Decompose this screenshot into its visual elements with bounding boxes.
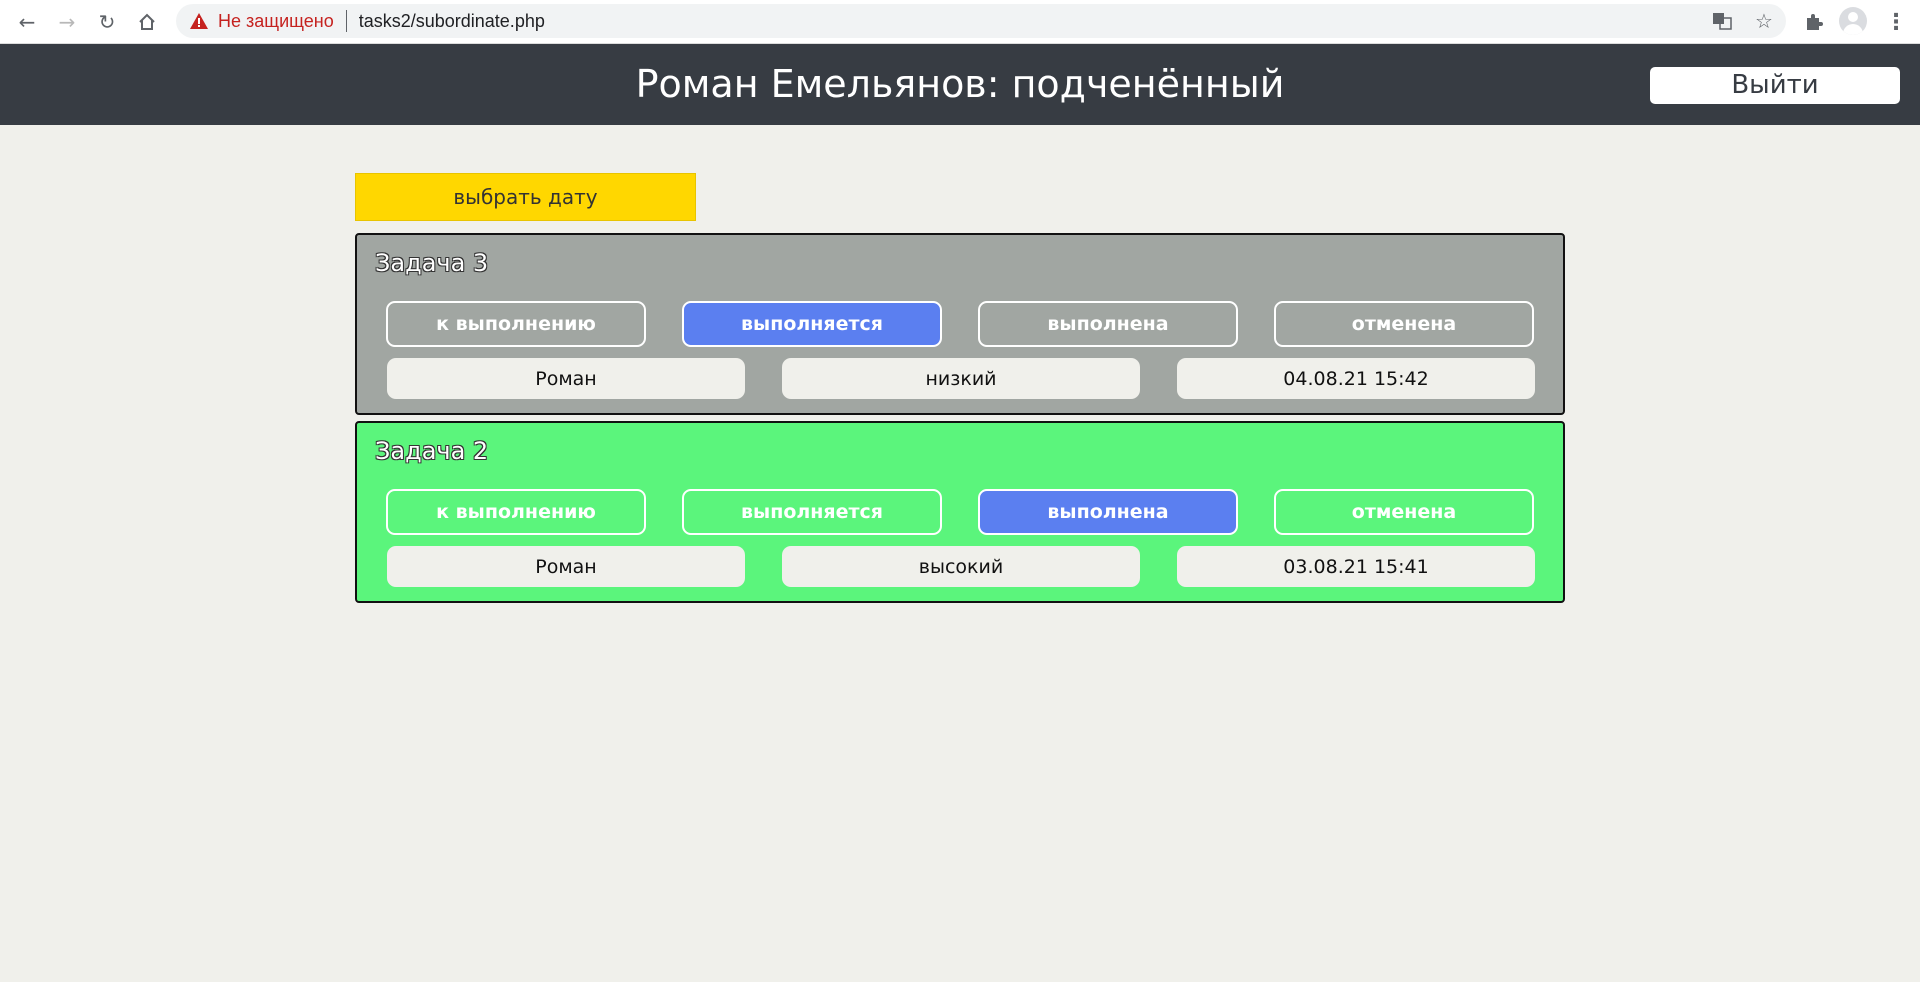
status-in-progress-button[interactable]: выполняется — [682, 489, 942, 535]
insecure-label[interactable]: Не защищено — [218, 11, 334, 32]
translate-icon[interactable] — [1712, 11, 1732, 31]
select-date-button[interactable]: выбрать дату — [355, 173, 696, 221]
url-text[interactable]: tasks2/subordinate.php — [359, 11, 545, 32]
bookmark-star-icon[interactable]: ☆ — [1754, 9, 1774, 33]
datetime-pill: 03.08.21 15:41 — [1177, 546, 1535, 587]
menu-dots-icon[interactable]: ⋮ — [1885, 8, 1907, 36]
app-header: Роман Емельянов: подченённый Выйти — [0, 44, 1920, 125]
assignee-pill: Роман — [387, 546, 745, 587]
task-title: Задача 2 — [375, 437, 489, 465]
reload-icon[interactable]: ↻ — [87, 2, 127, 42]
priority-pill: высокий — [782, 546, 1140, 587]
warning-icon — [190, 13, 208, 29]
task-title: Задача 3 — [375, 249, 489, 277]
forward-icon[interactable]: → — [47, 2, 87, 42]
omnibox-separator — [345, 10, 347, 32]
logout-button[interactable]: Выйти — [1650, 67, 1900, 104]
status-row: к выполнению выполняется выполнена отмен… — [386, 301, 1534, 347]
status-row: к выполнению выполняется выполнена отмен… — [386, 489, 1534, 535]
home-icon[interactable] — [127, 2, 167, 42]
status-cancelled-button[interactable]: отменена — [1274, 301, 1534, 347]
datetime-pill: 04.08.21 15:42 — [1177, 358, 1535, 399]
status-todo-button[interactable]: к выполнению — [386, 301, 646, 347]
extensions-icon[interactable] — [1800, 8, 1828, 36]
page-title: Роман Емельянов: подченённый — [635, 62, 1285, 106]
browser-toolbar: ← → ↻ Не защищено tasks2/subordinate.php… — [0, 0, 1920, 44]
info-row: Роман высокий 03.08.21 15:41 — [387, 546, 1535, 587]
address-bar[interactable]: Не защищено tasks2/subordinate.php ☆ — [176, 4, 1786, 38]
info-row: Роман низкий 04.08.21 15:42 — [387, 358, 1535, 399]
profile-avatar[interactable] — [1839, 7, 1867, 35]
priority-pill: низкий — [782, 358, 1140, 399]
assignee-pill: Роман — [387, 358, 745, 399]
status-todo-button[interactable]: к выполнению — [386, 489, 646, 535]
back-icon[interactable]: ← — [7, 2, 47, 42]
status-done-button[interactable]: выполнена — [978, 301, 1238, 347]
task-card: Задача 2 к выполнению выполняется выполн… — [355, 421, 1565, 603]
status-in-progress-button[interactable]: выполняется — [682, 301, 942, 347]
status-done-button[interactable]: выполнена — [978, 489, 1238, 535]
status-cancelled-button[interactable]: отменена — [1274, 489, 1534, 535]
task-card: Задача 3 к выполнению выполняется выполн… — [355, 233, 1565, 415]
